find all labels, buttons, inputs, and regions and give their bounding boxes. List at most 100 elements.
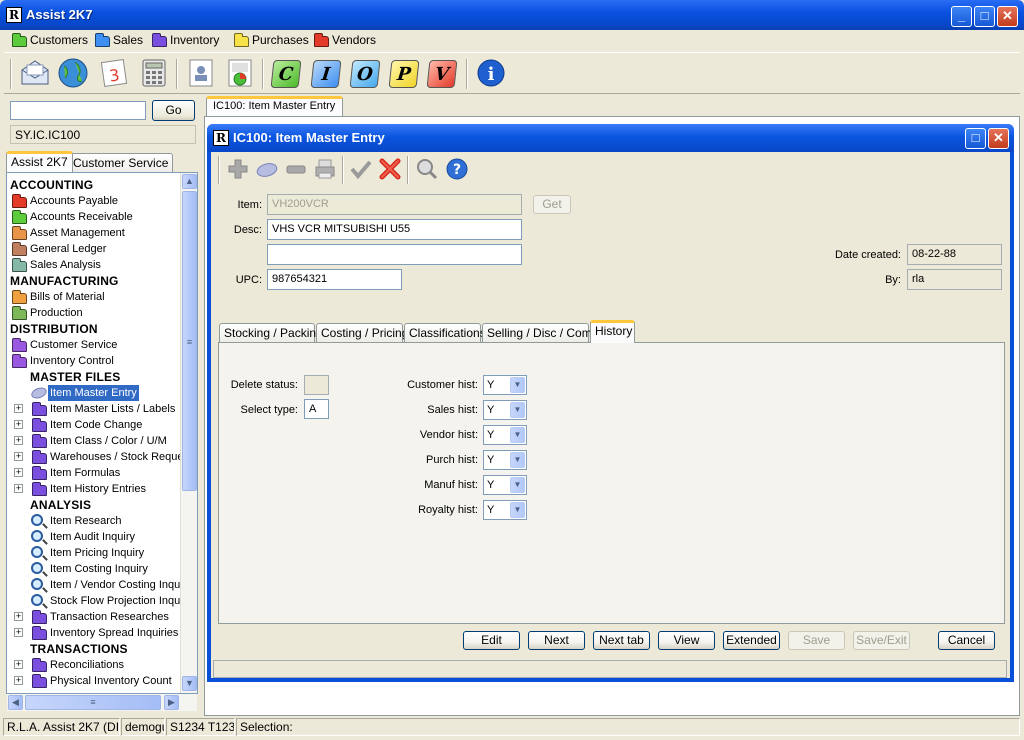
folder-icon [32, 674, 47, 688]
desc-field[interactable]: VHS VCR MITSUBISHI U55 [267, 219, 522, 240]
menu-customers[interactable]: Customers [10, 32, 88, 48]
document-tab[interactable]: IC100: Item Master Entry [206, 96, 343, 116]
vendor-hist-select[interactable]: Y ▼ [483, 425, 527, 445]
expand-icon[interactable]: + [14, 404, 23, 413]
calculator-icon[interactable] [137, 56, 171, 90]
go-button[interactable]: Go [152, 100, 195, 121]
expand-icon[interactable]: + [14, 468, 23, 477]
remove-icon[interactable] [284, 157, 308, 181]
chevron-down-icon[interactable]: ▼ [510, 377, 525, 393]
menu-sales[interactable]: Sales [93, 32, 143, 48]
tree-vertical-scrollbar[interactable]: ▲ ≡ ▼ [180, 173, 197, 693]
scroll-left-button[interactable]: ◀ [8, 695, 23, 710]
magnifier-icon [31, 594, 43, 606]
scroll-up-button[interactable]: ▲ [182, 174, 197, 189]
expand-icon[interactable]: + [14, 436, 23, 445]
chevron-down-icon[interactable]: ▼ [510, 452, 525, 468]
expand-icon[interactable]: + [14, 660, 23, 669]
expand-icon[interactable]: + [14, 612, 23, 621]
toolbar-separator [466, 59, 468, 89]
tab-stocking-packing[interactable]: Stocking / Packing [219, 323, 323, 343]
inner-maximize-button[interactable]: □ [965, 128, 986, 149]
sales-hist-select[interactable]: Y ▼ [483, 400, 527, 420]
status-user: demogui [121, 718, 165, 736]
next-button[interactable]: Next [528, 631, 585, 650]
expand-icon[interactable]: + [14, 452, 23, 461]
tab-classifications[interactable]: Classifications [404, 323, 486, 343]
scroll-thumb[interactable]: ≡ [182, 191, 197, 491]
upc-field[interactable]: 987654321 [267, 269, 402, 290]
inner-title-bar: R IC100: Item Master Entry □ ✕ [207, 124, 1014, 152]
tab-costing-pricing[interactable]: Costing / Pricing [316, 323, 408, 343]
folder-p-icon[interactable]: P [388, 60, 420, 88]
folder-o-icon[interactable]: O [349, 60, 381, 88]
item-field[interactable]: VH200VCR [267, 194, 522, 215]
next-tab-button[interactable]: Next tab [593, 631, 650, 650]
expand-icon[interactable]: + [14, 676, 23, 685]
chevron-down-icon[interactable]: ▼ [510, 502, 525, 518]
print-icon[interactable] [313, 157, 337, 181]
globe-icon[interactable] [56, 56, 90, 90]
maximize-button[interactable]: □ [974, 6, 995, 27]
close-button[interactable]: ✕ [997, 6, 1018, 27]
folder-i-icon[interactable]: I [310, 60, 342, 88]
cancel-button[interactable]: Cancel [938, 631, 995, 650]
folder-icon [152, 33, 167, 47]
select-type-field[interactable]: A [304, 399, 329, 419]
tab-selling-disc-comm[interactable]: Selling / Disc / Comm [482, 323, 602, 343]
delete-status-field [304, 375, 329, 395]
extended-button[interactable]: Extended [723, 631, 780, 650]
menu-inventory[interactable]: Inventory [150, 32, 219, 48]
scroll-down-button[interactable]: ▼ [182, 676, 197, 691]
purch-hist-select[interactable]: Y ▼ [483, 450, 527, 470]
scroll-h-thumb[interactable]: ≡ [25, 695, 161, 710]
expand-icon[interactable]: + [14, 628, 23, 637]
chevron-down-icon[interactable]: ▼ [510, 427, 525, 443]
tree-item-label: Sales Analysis [30, 259, 101, 271]
toolbar-separator [262, 59, 264, 89]
customer-hist-select[interactable]: Y ▼ [483, 375, 527, 395]
tab-assist-2k7[interactable]: Assist 2K7 [6, 151, 73, 172]
status-selection: Selection: [236, 718, 1020, 736]
folder-v-icon[interactable]: V [426, 60, 458, 88]
mail-icon[interactable] [18, 56, 52, 90]
expand-icon[interactable]: + [14, 420, 23, 429]
save-button[interactable]: Save [788, 631, 845, 650]
inner-close-button[interactable]: ✕ [988, 128, 1009, 149]
magnifier-icon [31, 514, 43, 526]
app-logo-icon: R [6, 7, 22, 23]
tree-item-label: Inventory Spread Inquiries [50, 627, 179, 639]
edit-button[interactable]: Edit [463, 631, 520, 650]
info-icon[interactable]: i [474, 56, 508, 90]
chevron-down-icon[interactable]: ▼ [510, 402, 525, 418]
desc2-field[interactable] [267, 244, 522, 265]
scroll-right-button[interactable]: ▶ [164, 695, 179, 710]
tab-history[interactable]: History [590, 320, 635, 343]
minimize-button[interactable]: _ [951, 6, 972, 27]
help-icon[interactable]: ? [445, 157, 469, 181]
contact-card-icon[interactable] [184, 56, 218, 90]
menu-purchases[interactable]: Purchases [232, 32, 309, 48]
search-icon[interactable] [415, 157, 439, 181]
report-icon[interactable] [223, 56, 257, 90]
folder-c-icon[interactable]: C [270, 60, 302, 88]
inner-window-title: IC100: Item Master Entry [233, 130, 385, 145]
add-icon[interactable] [226, 157, 250, 181]
manuf-hist-select[interactable]: Y ▼ [483, 475, 527, 495]
calendar-icon[interactable]: 3 [97, 56, 131, 90]
toolbar-separator [407, 156, 409, 184]
search-input[interactable] [10, 101, 146, 120]
get-button[interactable]: Get [533, 195, 571, 214]
tree-item-label: Item Master Entry [48, 385, 139, 401]
expand-icon[interactable]: + [14, 484, 23, 493]
royalty-hist-select[interactable]: Y ▼ [483, 500, 527, 520]
tab-customer-service[interactable]: Customer Service [68, 153, 174, 174]
cancel-x-icon[interactable] [378, 157, 402, 181]
eraser-icon[interactable] [255, 157, 279, 181]
save-exit-button[interactable]: Save/Exit [853, 631, 910, 650]
tree-horizontal-scrollbar[interactable]: ◀ ≡ ▶ [7, 694, 197, 711]
checkmark-icon[interactable] [349, 157, 373, 181]
menu-vendors[interactable]: Vendors [312, 32, 376, 48]
chevron-down-icon[interactable]: ▼ [510, 477, 525, 493]
view-button[interactable]: View [658, 631, 715, 650]
